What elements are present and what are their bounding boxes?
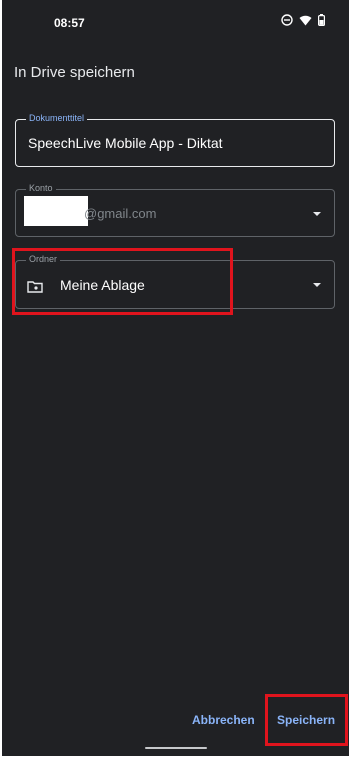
redacted-account-name: [24, 196, 88, 226]
account-dropdown-arrow-icon[interactable]: [313, 212, 321, 216]
save-button[interactable]: Speichern: [277, 713, 335, 727]
wifi-icon: [299, 15, 312, 26]
account-domain: @gmail.com: [84, 206, 157, 221]
screen: 08:57 In Drive speichern Dokumenttitel S…: [2, 0, 349, 756]
do-not-disturb-icon: [281, 14, 293, 26]
account-label: Konto: [26, 183, 56, 193]
battery-icon: [318, 14, 325, 26]
folder-highlight-box: [12, 248, 233, 315]
cancel-button[interactable]: Abbrechen: [192, 713, 255, 727]
dialog-title: In Drive speichern: [14, 64, 135, 81]
navigation-handle[interactable]: [145, 747, 207, 749]
status-icons: [281, 14, 325, 26]
status-time: 08:57: [54, 16, 85, 30]
folder-dropdown-arrow-icon[interactable]: [313, 283, 321, 287]
document-title-field[interactable]: Dokumenttitel SpeechLive Mobile App - Di…: [15, 113, 335, 167]
document-title-value[interactable]: SpeechLive Mobile App - Diktat: [28, 135, 223, 151]
account-field[interactable]: Konto @gmail.com: [15, 183, 335, 237]
document-title-label: Dokumenttitel: [26, 113, 88, 123]
